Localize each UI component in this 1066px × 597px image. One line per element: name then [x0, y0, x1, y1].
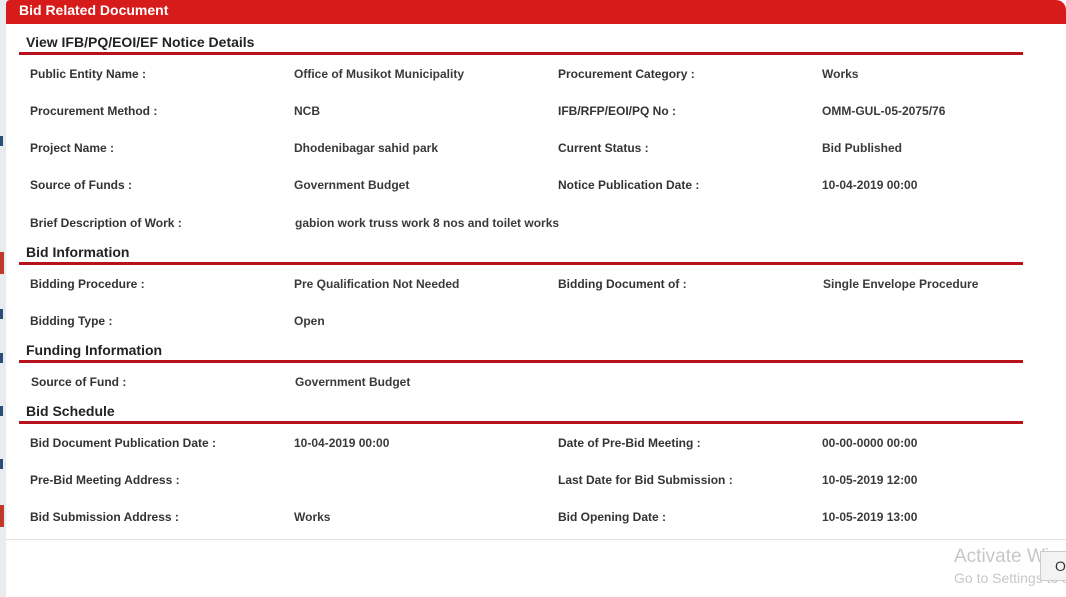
label-source-of-fund: Source of Fund : [31, 375, 127, 389]
backdrop-marker [0, 406, 3, 416]
label-public-entity-name: Public Entity Name : [30, 67, 147, 81]
value-bidding-type: Open [294, 314, 325, 328]
section-title-bid-information: Bid Information [26, 244, 130, 260]
value-ifb-number: OMM-GUL-05-2075/76 [822, 104, 946, 118]
modal-title: Bid Related Document [6, 0, 1066, 24]
label-last-date-bid-submission: Last Date for Bid Submission : [558, 473, 733, 487]
backdrop-marker [0, 353, 3, 363]
backdrop-marker [0, 136, 3, 146]
value-brief-description: gabion work truss work 8 nos and toilet … [295, 216, 560, 230]
section-divider [19, 421, 1023, 424]
value-current-status: Bid Published [822, 141, 903, 155]
ok-button[interactable]: O [1040, 551, 1066, 581]
label-bid-submission-address: Bid Submission Address : [30, 510, 179, 524]
value-pre-bid-meeting-date: 00-00-0000 00:00 [822, 436, 918, 450]
value-project-name: Dhodenibagar sahid park [294, 141, 439, 155]
label-procurement-method: Procurement Method : [30, 104, 158, 118]
label-bid-opening-date: Bid Opening Date : [558, 510, 666, 524]
section-divider [19, 360, 1023, 363]
backdrop-marker [0, 252, 4, 274]
value-source-of-funds: Government Budget [294, 178, 410, 192]
section-title-bid-schedule: Bid Schedule [26, 403, 115, 419]
modal-body: View IFB/PQ/EOI/EF Notice Details Public… [6, 24, 1066, 540]
label-bid-document-publication-date: Bid Document Publication Date : [30, 436, 217, 450]
section-title-notice: View IFB/PQ/EOI/EF Notice Details [26, 34, 255, 50]
value-bid-opening-date: 10-05-2019 13:00 [822, 510, 918, 524]
label-source-of-funds: Source of Funds : [30, 178, 132, 192]
value-source-of-fund: Government Budget [295, 375, 411, 389]
label-pre-bid-meeting-date: Date of Pre-Bid Meeting : [558, 436, 701, 450]
label-project-name: Project Name : [30, 141, 115, 155]
label-bidding-type: Bidding Type : [30, 314, 113, 328]
value-last-date-bid-submission: 10-05-2019 12:00 [822, 473, 918, 487]
value-public-entity-name: Office of Musikot Municipality [294, 67, 465, 81]
label-ifb-number: IFB/RFP/EOI/PQ No : [558, 104, 677, 118]
backdrop-marker [0, 505, 4, 527]
section-divider [19, 262, 1023, 265]
label-brief-description: Brief Description of Work : [30, 216, 182, 230]
value-procurement-method: NCB [294, 104, 320, 118]
value-bidding-procedure: Pre Qualification Not Needed [294, 277, 460, 291]
label-procurement-category: Procurement Category : [558, 67, 695, 81]
bid-document-modal: Bid Related Document View IFB/PQ/EOI/EF … [6, 0, 1066, 597]
value-procurement-category: Works [822, 67, 859, 81]
value-bid-submission-address: Works [294, 510, 331, 524]
backdrop-marker [0, 459, 3, 469]
value-bid-document-publication-date: 10-04-2019 00:00 [294, 436, 390, 450]
label-current-status: Current Status : [558, 141, 649, 155]
backdrop-marker [0, 309, 3, 319]
section-title-funding-information: Funding Information [26, 342, 163, 358]
label-bidding-document-of: Bidding Document of : [558, 277, 687, 291]
label-notice-publication-date: Notice Publication Date : [558, 178, 700, 192]
value-bidding-document-of: Single Envelope Procedure [823, 277, 979, 291]
label-bidding-procedure: Bidding Procedure : [30, 277, 145, 291]
section-divider [19, 52, 1023, 55]
label-pre-bid-meeting-address: Pre-Bid Meeting Address : [30, 473, 180, 487]
value-notice-publication-date: 10-04-2019 00:00 [822, 178, 918, 192]
